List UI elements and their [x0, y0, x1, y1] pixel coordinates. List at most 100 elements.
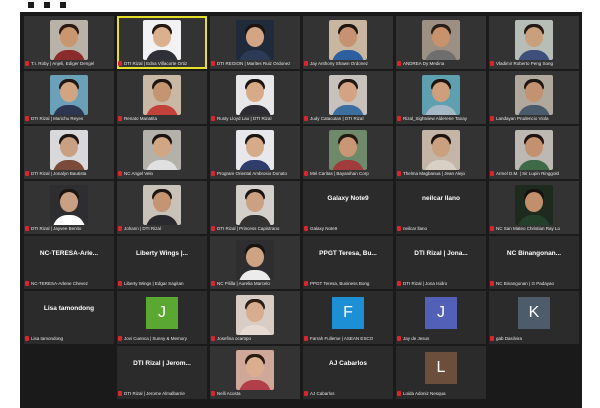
participant-name-label: Judy Catacutan | DTI Rizal	[304, 115, 392, 123]
mic-muted-icon	[25, 281, 29, 286]
participant-name-text: NC San Mateo Christian Ray Lo	[496, 226, 561, 231]
participant-tile[interactable]: F Farrah Fulleme | ASEAN ESCO	[303, 291, 393, 344]
participant-name-text: DTI Rizal | Edna Villacorte Ortiz	[124, 61, 188, 66]
participant-tile[interactable]: Rizal_Sightview Alderene Tanay	[396, 71, 486, 124]
participant-tile[interactable]: AJ Cabarlos AJ Cabarlos	[303, 346, 393, 399]
participant-tile[interactable]: DTI Rizal | Jayvee Benito	[24, 181, 114, 234]
participant-tile[interactable]: NC Pililla | Aurelia Marcelo	[210, 236, 300, 289]
participant-name-text: neilcar llano	[403, 226, 428, 231]
participant-name-label: NC San Mateo Christian Ray Lo	[490, 225, 578, 233]
participant-name-label: ANDREA Dy Medina	[397, 60, 485, 68]
participant-name-text: Landayan Prudencio Viola	[496, 116, 549, 121]
participant-tile[interactable]: NC-TERESA-Arle... NC-TERESA-Arlene Chevez	[24, 236, 114, 289]
participant-name-label: T.I. Roby | Anjeli, Ediger Dengel	[25, 60, 113, 68]
participant-name-label: PPGT Teresa, Business Bong	[304, 280, 392, 288]
participant-name-label: Armel D.M. | Sir Lupin Ringgold	[490, 170, 578, 178]
mic-muted-icon	[490, 336, 494, 341]
participant-tile[interactable]: Mel Caritas | Bayanihan Corp	[303, 126, 393, 179]
participant-tile[interactable]: DTI Rizal | Princess Capistrano	[210, 181, 300, 234]
mic-muted-icon	[118, 281, 122, 286]
participant-tile[interactable]: Johann | DTI Rizal	[117, 181, 207, 234]
participant-tile[interactable]: neilcar llano neilcar llano	[396, 181, 486, 234]
participant-name-label: Johann | DTI Rizal	[118, 225, 206, 233]
participant-display-name: NC-TERESA-Arle...	[39, 250, 99, 257]
mic-muted-icon	[25, 336, 29, 341]
mic-muted-icon	[397, 391, 401, 396]
participant-tile[interactable]: Landayan Prudencio Viola	[489, 71, 579, 124]
participant-tile[interactable]: L Loida Adoniz Nesqua	[396, 346, 486, 399]
participant-tile[interactable]: Vladimir Roberto Peng Song	[489, 16, 579, 69]
participant-name-text: Vladimir Roberto Peng Song	[496, 61, 554, 66]
mic-muted-icon	[397, 61, 401, 66]
mic-muted-icon	[211, 391, 215, 396]
participant-tile[interactable]: ANDREA Dy Medina	[396, 16, 486, 69]
participant-name-text: DTI Rizal | Marichu Reyes	[31, 116, 84, 121]
participant-video	[236, 20, 274, 60]
participant-display-name: NC Binangonan...	[506, 250, 562, 257]
mic-muted-icon	[304, 171, 308, 176]
avatar-initial: K	[518, 297, 550, 329]
participant-tile[interactable]: NC San Mateo Christian Ray Lo	[489, 181, 579, 234]
participant-tile[interactable]: NC Binangonan... NC Binangonan | G Padaya…	[489, 236, 579, 289]
participant-name-text: Thelma Magbanua | Jean Alejo	[403, 171, 465, 176]
participant-name-label: DTI REGION | Marites Ruiz Ordonez	[211, 60, 299, 68]
participant-name-text: Jovi Cuenca | Sunny & Memory	[124, 336, 187, 341]
participant-tile[interactable]: NC Angel Velo	[117, 126, 207, 179]
participant-tile[interactable]: T.I. Roby | Anjeli, Ediger Dengel	[24, 16, 114, 69]
participant-tile[interactable]: Galaxy Note9 Galaxy Note9	[303, 181, 393, 234]
mic-muted-icon	[25, 171, 29, 176]
participant-tile[interactable]: Thelma Magbanua | Jean Alejo	[396, 126, 486, 179]
participant-name-label: gab Dasilvira	[490, 335, 578, 343]
participant-tile[interactable]: Renato Manatita	[117, 71, 207, 124]
mic-muted-icon	[118, 336, 122, 341]
participant-video	[236, 130, 274, 170]
participant-tile[interactable]: DTI Rizal | Jonalyn Bautista	[24, 126, 114, 179]
participant-video	[236, 75, 274, 115]
mic-muted-icon	[397, 116, 401, 121]
participant-display-name: DTI Rizal | Jona...	[414, 250, 468, 257]
participant-name-label: neilcar llano	[397, 225, 485, 233]
participant-tile[interactable]: Judy Catacutan | DTI Rizal	[303, 71, 393, 124]
participant-tile[interactable]: Program Oriental Ambrosio Donato	[210, 126, 300, 179]
participant-tile[interactable]: Liberty Wings |... Liberty Wings | Edgar …	[117, 236, 207, 289]
mic-muted-icon	[397, 281, 401, 286]
participant-name-label: Galaxy Note9	[304, 225, 392, 233]
participant-display-name: Lisa tamondong	[43, 305, 95, 312]
mic-muted-icon	[211, 281, 215, 286]
participant-video	[236, 295, 274, 335]
participant-tile[interactable]: J Jay de Jesus	[396, 291, 486, 344]
participant-grid: T.I. Roby | Anjeli, Ediger Dengel DTI Riz…	[24, 16, 579, 408]
mic-muted-icon	[211, 171, 215, 176]
participant-name-text: Lisa tamondong	[31, 336, 64, 341]
mic-muted-icon	[211, 336, 215, 341]
mic-muted-icon	[304, 391, 308, 396]
participant-tile[interactable]: Jay Anthony Shawn Ordonez	[303, 16, 393, 69]
participant-name-label: Rusty Lloyd Lao | DTI Rizal	[211, 115, 299, 123]
participant-name-label: Mel Caritas | Bayanihan Corp	[304, 170, 392, 178]
participant-name-label: DTI Rizal | Marichu Reyes	[25, 115, 113, 123]
participant-video	[236, 185, 274, 225]
participant-tile[interactable]: Armel D.M. | Sir Lupin Ringgold	[489, 126, 579, 179]
participant-tile[interactable]: Nelli Acosta	[210, 346, 300, 399]
participant-name-text: Jay de Jesus	[403, 336, 430, 341]
participant-tile[interactable]: DTI Rizal | Marichu Reyes	[24, 71, 114, 124]
participant-tile[interactable]: DTI REGION | Marites Ruiz Ordonez	[210, 16, 300, 69]
participant-display-name: Galaxy Note9	[327, 195, 369, 202]
participant-video	[515, 130, 553, 170]
participant-tile[interactable]: PPGT Teresa, Bu... PPGT Teresa, Business …	[303, 236, 393, 289]
participant-tile[interactable]: Lisa tamondong Lisa tamondong	[24, 291, 114, 344]
participant-name-text: Nelli Acosta	[217, 391, 241, 396]
mic-muted-icon	[304, 226, 308, 231]
participant-tile[interactable]: J Jovi Cuenca | Sunny & Memory	[117, 291, 207, 344]
participant-name-text: Johann | DTI Rizal	[124, 226, 161, 231]
participant-tile[interactable]: Kgab Dasilvira	[489, 291, 579, 344]
participant-tile[interactable]: Rusty Lloyd Lao | DTI Rizal	[210, 71, 300, 124]
participant-tile[interactable]: DTI Rizal | Jerom... DTI Rizal | Jerome A…	[117, 346, 207, 399]
participant-name-text: Rusty Lloyd Lao | DTI Rizal	[217, 116, 272, 121]
participant-display-name: neilcar llano	[422, 195, 460, 202]
mic-muted-icon	[25, 226, 29, 231]
participant-tile[interactable]: DTI Rizal | Jona... DTI Rizal | Jona Isid…	[396, 236, 486, 289]
participant-tile[interactable]: DTI Rizal | Edna Villacorte Ortiz	[117, 16, 207, 69]
participant-tile[interactable]: Josefina ocampo	[210, 291, 300, 344]
mic-muted-icon	[211, 116, 215, 121]
